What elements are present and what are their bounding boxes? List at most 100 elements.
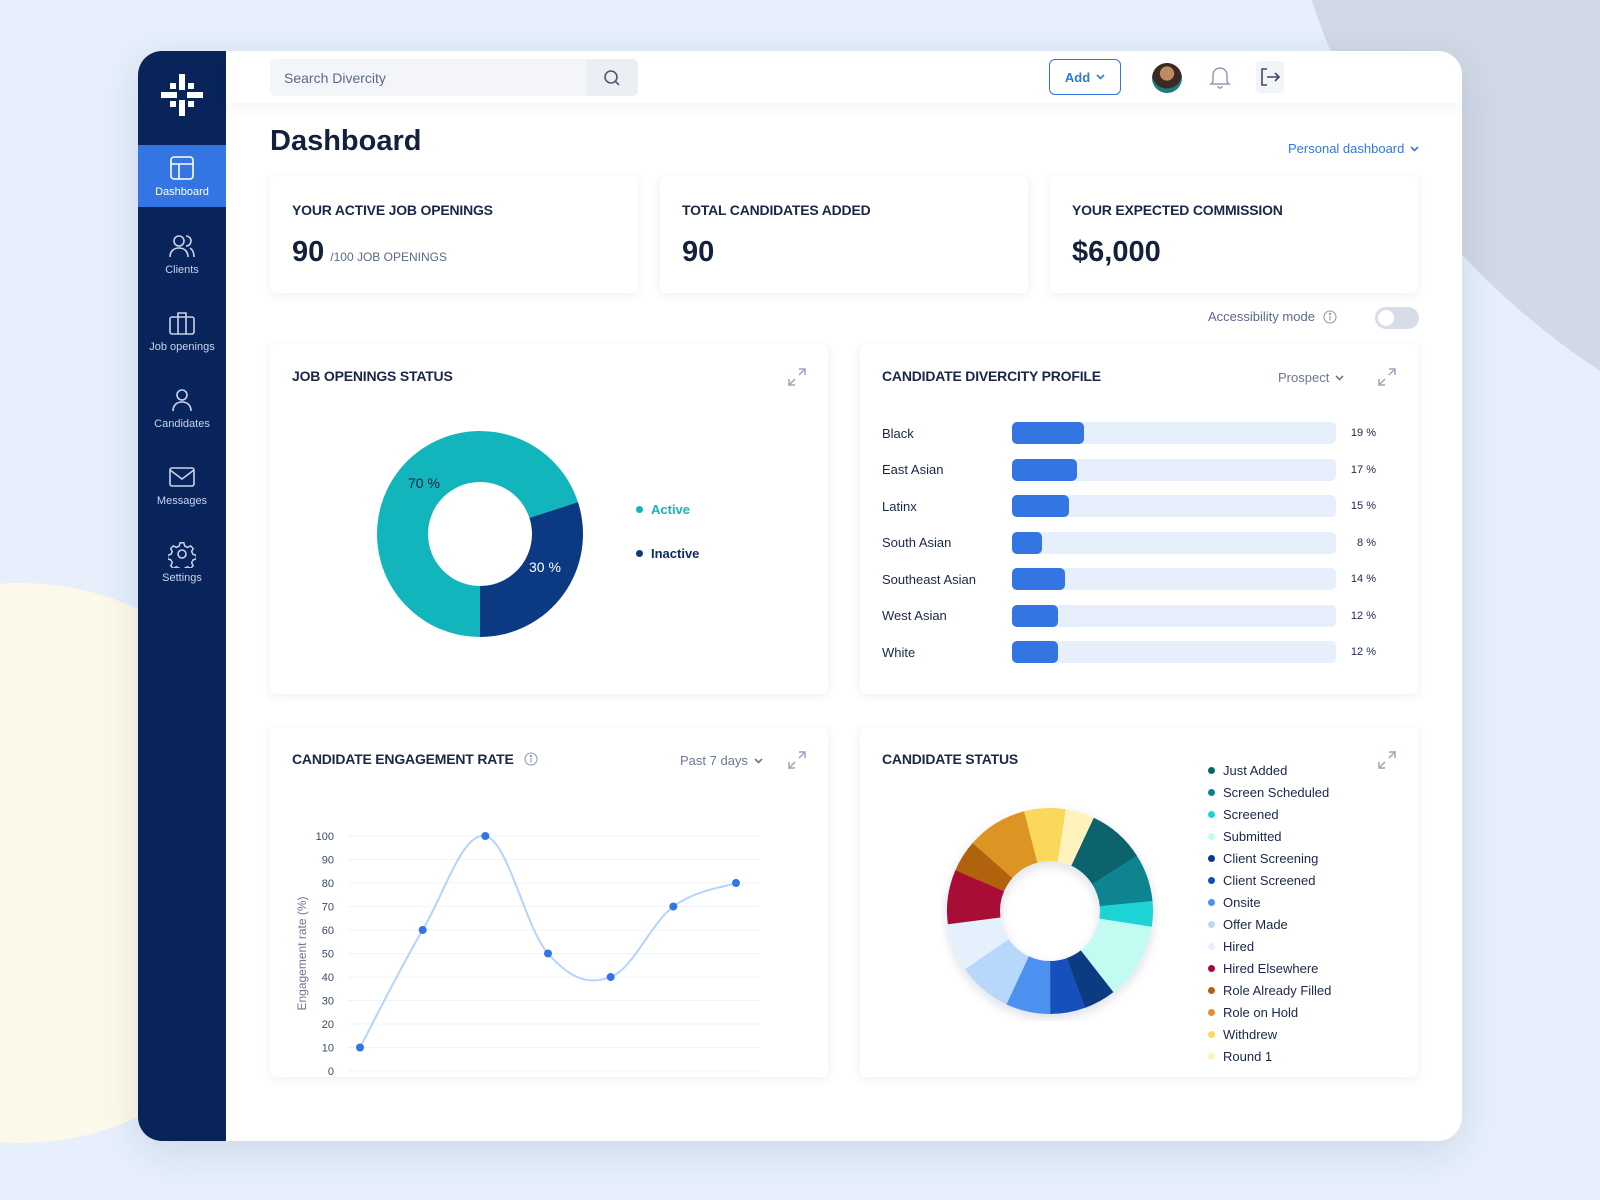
search-button[interactable]	[586, 59, 638, 96]
accessibility-toggle[interactable]	[1375, 307, 1419, 329]
candidate-divercity-profile-card: CANDIDATE DIVERCITY PROFILE Prospect Bla…	[860, 344, 1418, 694]
expand-icon[interactable]	[1376, 749, 1398, 771]
legend-dot	[636, 506, 643, 513]
profile-filter-dropdown[interactable]: Prospect	[1278, 370, 1344, 385]
bar-fill	[1012, 604, 1058, 627]
sidebar-item-label: Messages	[156, 495, 208, 507]
logo-icon	[161, 74, 203, 116]
job-status-donut: 70 % 30 %	[377, 431, 583, 637]
sidebar: Dashboard Clients Job openings Candidate…	[138, 51, 226, 1141]
data-point	[356, 1043, 364, 1052]
stat-value: 90/100 JOB OPENINGS	[292, 236, 447, 269]
bar-track	[1012, 495, 1336, 517]
legend-item: Round 1	[1208, 1045, 1331, 1067]
legend-item: Role Already Filled	[1208, 979, 1331, 1001]
add-button-label: Add	[1064, 69, 1091, 85]
add-button[interactable]: Add	[1049, 59, 1121, 95]
legend-inactive: Inactive	[636, 546, 699, 561]
bar-fill	[1012, 568, 1066, 590]
bar-value-label: 15 %	[1350, 500, 1376, 512]
search-input[interactable]	[270, 59, 584, 96]
user-icon	[172, 389, 192, 412]
sidebar-item-messages[interactable]: Messages	[138, 454, 226, 516]
dashboard-selector[interactable]: Personal dashboard	[1288, 141, 1419, 156]
expand-icon[interactable]	[1376, 366, 1398, 388]
y-tick-label: 50	[322, 949, 334, 961]
bar-label: South Asian	[882, 535, 952, 550]
y-tick-label: 40	[322, 972, 334, 984]
bar-fill	[1012, 422, 1085, 444]
sidebar-item-candidates[interactable]: Candidates	[138, 377, 226, 439]
bar-row: West Asian 12 %	[882, 604, 1382, 627]
legend-item: Screened	[1208, 803, 1331, 825]
legend-label: Onsite	[1223, 894, 1261, 910]
avatar[interactable]	[1152, 63, 1182, 93]
sidebar-item-label: Settings	[162, 572, 202, 584]
legend-item: Screen Scheduled	[1208, 781, 1331, 803]
bar-fill	[1012, 641, 1058, 663]
legend-dot	[1208, 1008, 1215, 1016]
bar-label: White	[882, 644, 916, 660]
bar-row: Latinx 15 %	[882, 495, 1382, 517]
sidebar-item-job-openings[interactable]: Job openings	[138, 300, 226, 362]
legend-dot	[1208, 876, 1215, 884]
data-point	[606, 973, 615, 981]
bar-fill	[1012, 531, 1043, 554]
bar-fill	[1012, 458, 1077, 481]
logout-button[interactable]	[1256, 61, 1284, 93]
bell-icon[interactable]	[1206, 63, 1234, 91]
legend-label: Just Added	[1223, 762, 1288, 778]
card-title: CANDIDATE STATUS	[882, 751, 1019, 767]
bar-value-label: 14 %	[1350, 573, 1376, 585]
sidebar-item-label: Dashboard	[155, 186, 209, 198]
legend-label: Withdrew	[1223, 1026, 1278, 1042]
page-title: Dashboard	[270, 125, 422, 157]
legend-item: Hired Elsewhere	[1208, 957, 1331, 979]
legend-dot	[1208, 942, 1215, 950]
y-tick-label: 60	[322, 925, 334, 937]
expand-icon[interactable]	[786, 366, 808, 388]
stat-title: TOTAL CANDIDATES ADDED	[682, 202, 871, 218]
slice-label-active: 70 %	[408, 475, 440, 491]
legend-dot	[1208, 920, 1215, 928]
chevron-down-icon	[1096, 74, 1105, 80]
bar-row: South Asian 8 %	[882, 531, 1382, 554]
sidebar-item-clients[interactable]: Clients	[138, 223, 226, 285]
sidebar-item-settings[interactable]: Settings	[138, 531, 226, 593]
bar-fill	[1012, 495, 1070, 517]
legend-label: Client Screened	[1223, 872, 1316, 888]
series-line	[359, 834, 737, 1048]
legend-label: Submitted	[1223, 828, 1282, 844]
donut-slices	[947, 808, 1153, 1014]
legend-dot	[1208, 1052, 1215, 1060]
briefcase-icon	[169, 312, 195, 335]
legend-dot	[1208, 1030, 1215, 1038]
data-point	[481, 832, 490, 840]
dashboard-selector-label: Personal dashboard	[1288, 141, 1405, 156]
gear-icon	[168, 542, 196, 568]
chevron-down-icon	[1410, 145, 1419, 152]
candidate-engagement-rate-card: CANDIDATE ENGAGEMENT RATE Past 7 days 01…	[270, 727, 828, 1077]
stat-title: YOUR ACTIVE JOB OPENINGS	[292, 202, 493, 218]
candidate-status-card: CANDIDATE STATUS Just Added Screen Schedu…	[860, 727, 1418, 1077]
legend-item: Hired	[1208, 935, 1331, 957]
search-icon	[604, 69, 620, 86]
candidate-status-legend: Just Added Screen Scheduled Screened Submit…	[1208, 759, 1331, 1067]
y-tick-label: 10	[322, 1043, 334, 1055]
legend-label: Client Screening	[1223, 850, 1319, 866]
info-icon[interactable]	[1323, 309, 1337, 324]
engagement-line-chart: 010203040506070809010010 July11 July12 J…	[295, 831, 760, 1077]
data-point	[418, 926, 427, 934]
sidebar-item-dashboard[interactable]: Dashboard	[138, 145, 226, 207]
bar-track	[1012, 641, 1336, 663]
search-box	[270, 59, 638, 96]
bar-value-label: 12 %	[1350, 646, 1376, 658]
sidebar-item-label: Clients	[165, 264, 199, 276]
legend-dot	[1208, 898, 1215, 906]
legend-label: Screened	[1223, 806, 1279, 822]
chevron-down-icon	[1335, 374, 1344, 381]
stat-number: 90	[292, 236, 325, 268]
legend-dot	[1208, 766, 1215, 774]
bar-value-label: 8 %	[1357, 536, 1376, 549]
bar-track	[1012, 458, 1336, 481]
